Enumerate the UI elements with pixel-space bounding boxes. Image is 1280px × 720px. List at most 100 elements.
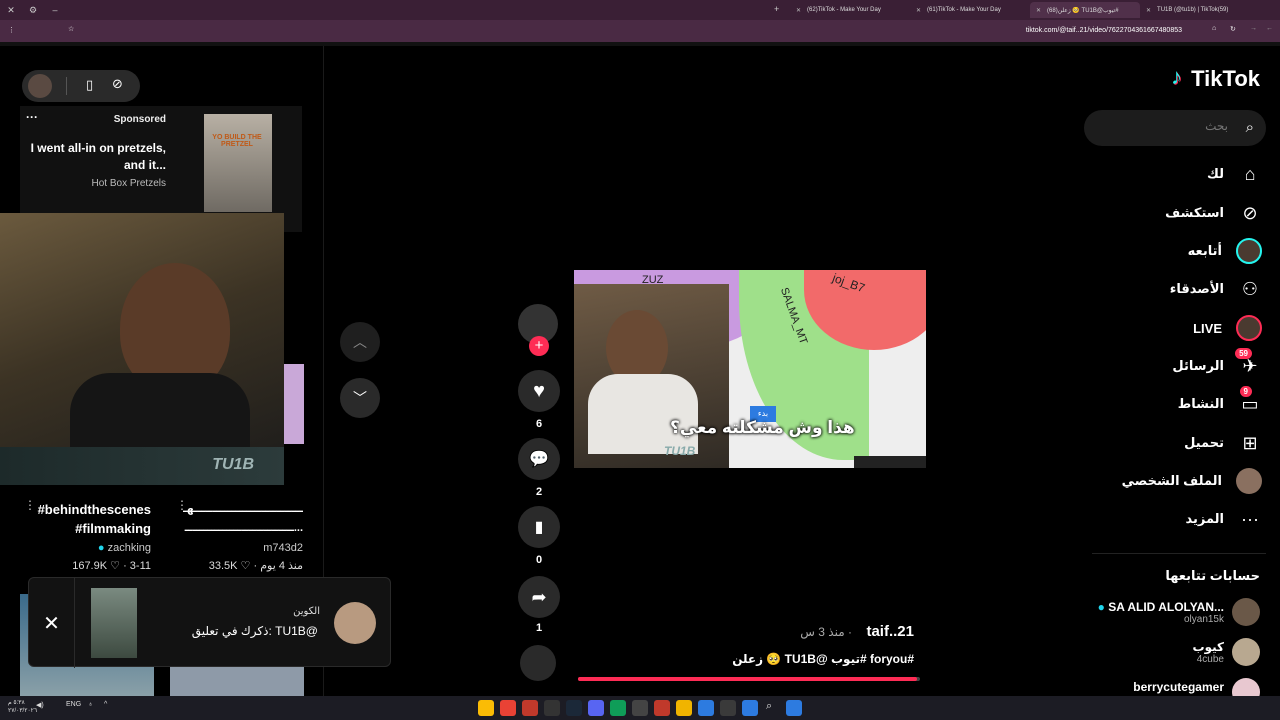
app-icon[interactable] — [544, 700, 560, 716]
comment-icon: 💬 — [529, 451, 549, 468]
search-box[interactable]: ⌕ — [1084, 110, 1266, 146]
phone-icon[interactable]: ▯ — [86, 77, 93, 93]
account-name: كيوب — [1192, 640, 1224, 654]
video-author[interactable]: ● zachking — [98, 542, 151, 554]
tab-close-icon[interactable]: ✕ — [916, 7, 921, 14]
start-menu-icon[interactable] — [786, 700, 802, 716]
following-account[interactable]: كيوب 4cube — [1080, 638, 1260, 668]
tiktok-logo-icon[interactable]: ♪ — [1171, 64, 1182, 90]
video-progress-bar[interactable] — [578, 677, 920, 681]
search-icon[interactable]: ⌕ — [766, 700, 772, 713]
chevron-up-icon[interactable]: ^ — [104, 701, 107, 708]
volume-icon[interactable]: ◀) — [36, 701, 44, 709]
mic-icon[interactable]: ♁ — [88, 701, 93, 708]
sidebar-item-friends[interactable]: الأصدقاء ⚇ — [1072, 274, 1262, 304]
sidebar-item-upload[interactable]: تحميل ⊞ — [1072, 428, 1262, 458]
discord-icon[interactable] — [588, 700, 604, 716]
next-video-button[interactable]: ﹀ — [340, 378, 380, 418]
heart-icon: ♥ — [533, 379, 545, 402]
app-icon[interactable] — [742, 700, 758, 716]
tab-close-icon[interactable]: ✕ — [796, 7, 801, 14]
video-caption[interactable]: زعلن 🥺 TU1B@ تيوب# foryou# — [732, 652, 914, 666]
sidebar-item-following[interactable]: أتابعه — [1072, 236, 1262, 266]
home-icon[interactable]: ⌂ — [1212, 25, 1216, 32]
main-video-player[interactable]: joj_B7 SALMA_MT ZUZ TU1B بدء هذا وش مشكل… — [574, 270, 926, 468]
browser-tab[interactable]: ✕ (61)TikTok - Make Your Day — [910, 2, 1030, 18]
back-icon[interactable]: ← — [1266, 25, 1273, 32]
app-icon[interactable] — [522, 700, 538, 716]
notification-avatar[interactable] — [334, 602, 376, 644]
clock[interactable]: ٥:٣٨ م ٢٧/٠٣/٢٠٢٦ — [8, 699, 37, 715]
url-field[interactable]: tiktok.com/@taif..21/video/7622704361667… — [1026, 27, 1182, 34]
following-account[interactable]: ● SA ALID ALOLYAN... olyan15k — [1080, 598, 1260, 628]
profile-avatar — [1236, 468, 1262, 494]
language-indicator[interactable]: ENG — [66, 701, 81, 708]
search-input[interactable] — [1108, 119, 1228, 133]
mention-notification[interactable]: ✕ الكوين ذكرك في تعليق: TU1B@ — [28, 577, 391, 668]
sidebar-item-activity[interactable]: النشاط ▭ 9 — [1072, 386, 1262, 419]
sidebar-item-messages[interactable]: الرسائل ✈ 59 — [1072, 348, 1262, 381]
user-avatar[interactable] — [28, 74, 52, 98]
tab-close-icon[interactable]: ✕ — [1146, 7, 1151, 14]
video-thumbnail[interactable] — [284, 364, 304, 444]
edge-icon[interactable] — [610, 700, 626, 716]
reload-icon[interactable]: ↻ — [1230, 25, 1236, 33]
live-avatar — [1236, 315, 1262, 341]
settings-icon[interactable]: ⚙ — [22, 5, 44, 16]
account-name: ● SA ALID ALOLYAN... — [1097, 600, 1224, 614]
sidebar-item-label: لك — [1207, 166, 1224, 181]
more-options-icon[interactable]: ⋮ — [24, 498, 36, 512]
sidebar-item-live[interactable]: LIVE — [1072, 313, 1262, 343]
comment-button[interactable]: 💬 — [518, 438, 560, 480]
minimize-icon[interactable]: – — [44, 5, 66, 15]
share-button[interactable]: ➦ — [518, 576, 560, 618]
menu-dots-icon[interactable]: ⋮ — [8, 26, 15, 34]
ad-headline: I went all-in on pretzels, and it... — [30, 141, 166, 172]
browser-tab[interactable]: ✕ TU1B (@tu1b) | TikTok(59) — [1140, 2, 1260, 18]
close-window-icon[interactable]: ✕ — [0, 5, 22, 16]
chrome-icon[interactable] — [478, 700, 494, 716]
like-button[interactable]: ♥ — [518, 370, 560, 412]
ad-brand: Hot Box Pretzels — [91, 178, 166, 189]
following-account[interactable]: berrycutegamer — [1080, 678, 1260, 696]
ad-thumbnail[interactable]: YO BUILD THE PRETZEL — [204, 114, 272, 212]
previous-video-button[interactable]: ︿ — [340, 322, 380, 362]
save-button[interactable]: ▮ — [518, 506, 560, 548]
browser-tab[interactable]: ✕ (62)TikTok - Make Your Day — [790, 2, 910, 18]
folder-icon[interactable] — [676, 700, 692, 716]
notification-thumbnail[interactable] — [91, 588, 137, 658]
video-thumbnail[interactable] — [170, 666, 304, 696]
sidebar-item-explore[interactable]: استكشف ⊘ — [1072, 198, 1262, 228]
video-caption[interactable]: ـــــــــــــــــــــــــــــهـ ...ـــــ… — [183, 500, 303, 540]
search-icon[interactable]: ⌕ — [1246, 119, 1254, 136]
browser-icon[interactable] — [500, 700, 516, 716]
close-notification-button[interactable]: ✕ — [29, 578, 75, 668]
more-options-icon[interactable]: ⋮ — [176, 498, 188, 512]
tiktok-logo[interactable]: TikTok — [1191, 66, 1260, 92]
app-icon[interactable] — [654, 700, 670, 716]
video-author[interactable]: m743d2 — [263, 542, 303, 554]
compass-icon[interactable]: ⊘ — [112, 76, 123, 92]
account-handle: olyan15k — [1183, 614, 1224, 625]
video-inset-webcam: TU1B — [574, 284, 729, 468]
sidebar-item-profile[interactable]: الملف الشخصي — [1072, 466, 1262, 496]
browser-tab-active[interactable]: ✕ (68)زعلن 🥺 TU1B@تيوب# — [1030, 2, 1140, 18]
video-author-name[interactable]: taif..21 — [866, 623, 914, 640]
account-avatar — [1232, 638, 1260, 666]
follow-button[interactable]: + — [529, 336, 549, 356]
sidebar-item-for-you[interactable]: لك ⌂ — [1072, 159, 1262, 189]
forward-icon[interactable]: → — [1250, 25, 1257, 32]
browser-tab-bar: ✕ ⚙ – + ✕ (62)TikTok - Make Your Day ✕ (… — [0, 0, 1280, 20]
steam-icon[interactable] — [566, 700, 582, 716]
more-options-icon[interactable]: ··· — [26, 110, 38, 124]
new-tab-icon[interactable]: + — [774, 4, 779, 14]
app-icon[interactable] — [698, 700, 714, 716]
sidebar-item-label: أتابعه — [1187, 243, 1222, 258]
tab-close-icon[interactable]: ✕ — [1036, 7, 1041, 14]
app-icon[interactable] — [720, 700, 736, 716]
app-icon[interactable] — [632, 700, 648, 716]
sidebar-item-label: الملف الشخصي — [1121, 473, 1222, 488]
star-icon[interactable]: ☆ — [68, 25, 74, 33]
music-disc[interactable] — [520, 645, 556, 681]
sidebar-item-more[interactable]: المزيد ··· — [1072, 504, 1262, 534]
